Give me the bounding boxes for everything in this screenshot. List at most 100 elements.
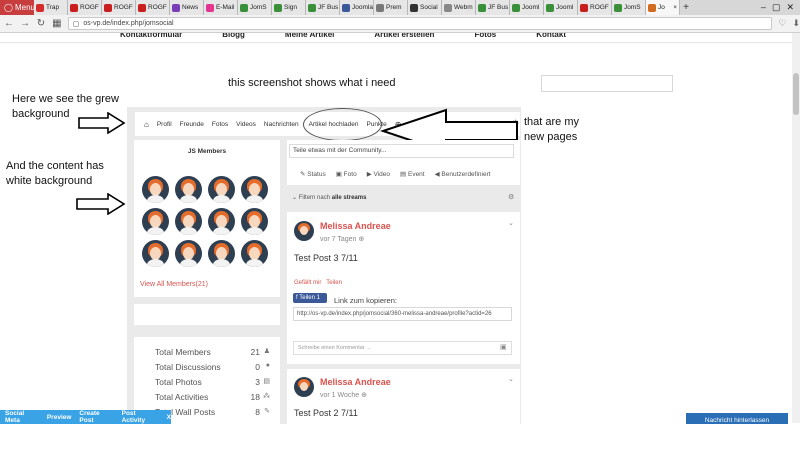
- browser-tabs: Trap ROGF ROGF ROGF News E-Mail JomS Sign JF Bus…: [34, 0, 680, 15]
- post-author-name[interactable]: Melissa Andreae: [320, 221, 391, 231]
- facebook-share-button[interactable]: f Teilen 1: [293, 293, 327, 303]
- globe-icon: ⊕: [361, 392, 367, 399]
- member-avatar[interactable]: [208, 240, 235, 267]
- social-meta-item[interactable]: Preview: [47, 414, 72, 421]
- browser-tab[interactable]: JF Bus: [306, 0, 340, 15]
- browser-tab[interactable]: Social: [408, 0, 442, 15]
- tab-label: Joomla: [352, 4, 373, 11]
- nav-nachrichten[interactable]: Nachrichten: [264, 121, 299, 128]
- post-author-name[interactable]: Melissa Andreae: [320, 377, 391, 387]
- member-avatar[interactable]: [208, 176, 235, 203]
- composer-tab-custom[interactable]: ◀ Benutzerdefiniert: [435, 170, 491, 178]
- page-caption: this screenshot shows what i need: [228, 77, 396, 89]
- forward-icon[interactable]: →: [20, 18, 30, 29]
- tab-label: Webm: [454, 4, 473, 11]
- top-menu-item[interactable]: Artikel erstellen: [374, 33, 434, 41]
- composer-tab-status[interactable]: ✎ Status: [300, 170, 326, 178]
- nav-fotos[interactable]: Fotos: [212, 121, 228, 128]
- url-field[interactable]: ▢ os-vp.de/index.php/jomsocial: [67, 17, 773, 30]
- member-avatar[interactable]: [241, 208, 268, 235]
- browser-tab[interactable]: Jooml: [510, 0, 544, 15]
- composer-tab-event[interactable]: ▤ Event: [400, 170, 425, 178]
- post-timestamp: vor 7 Tagen ⊕: [320, 235, 364, 243]
- reload-icon[interactable]: ↻: [36, 18, 46, 29]
- chevron-down-icon[interactable]: ⌄: [508, 219, 514, 227]
- social-meta-item[interactable]: Create Post: [79, 410, 113, 424]
- minimize-icon[interactable]: –: [761, 2, 766, 13]
- browser-tab[interactable]: JF Bus: [476, 0, 510, 15]
- pencil-icon: ✎: [264, 408, 270, 415]
- home-icon[interactable]: ⌂: [144, 120, 149, 129]
- new-tab-icon[interactable]: +: [680, 2, 692, 13]
- browser-tab[interactable]: Trap: [34, 0, 68, 15]
- member-avatar[interactable]: [175, 176, 202, 203]
- member-avatar[interactable]: [241, 176, 268, 203]
- member-avatar[interactable]: [142, 208, 169, 235]
- stat-value: 0: [255, 362, 260, 372]
- composer-tab-video[interactable]: ▶ Video: [367, 170, 390, 178]
- member-avatar[interactable]: [175, 240, 202, 267]
- top-menu-item[interactable]: Meine Artikel: [285, 33, 335, 41]
- nav-videos[interactable]: Videos: [236, 121, 256, 128]
- post-author-avatar[interactable]: [294, 377, 314, 397]
- nav-freunde[interactable]: Freunde: [180, 121, 204, 128]
- browser-tab[interactable]: JomS: [612, 0, 646, 15]
- nav-profil[interactable]: Profil: [157, 121, 172, 128]
- member-avatar[interactable]: [142, 176, 169, 203]
- annotation-new-pages: that are my new pages: [524, 116, 580, 143]
- browser-tab[interactable]: Jo ×: [646, 0, 680, 15]
- comment-input[interactable]: Schreibe einen Kommentar ...: [293, 341, 512, 355]
- member-avatar[interactable]: [175, 208, 202, 235]
- arrow-right-icon: [76, 193, 126, 215]
- scrollbar-thumb[interactable]: [793, 73, 799, 115]
- page-scrollbar[interactable]: [792, 33, 800, 423]
- maximize-icon[interactable]: ▢: [772, 2, 781, 13]
- like-link[interactable]: Gefällt mir: [294, 280, 321, 286]
- composer-input[interactable]: Teile etwas mit der Community...: [289, 144, 514, 158]
- post-link-input[interactable]: http://os-vp.de/index.php/jomsocial/360-…: [293, 307, 512, 321]
- browser-menu-button[interactable]: ◯ Menu: [0, 0, 35, 15]
- social-meta-item[interactable]: Post Activity: [122, 410, 159, 424]
- opera-icon: ◯: [4, 3, 13, 12]
- close-tab-icon[interactable]: ×: [673, 4, 679, 11]
- filter-value: alle streams: [331, 195, 367, 201]
- browser-tab[interactable]: ROGF: [68, 0, 102, 15]
- member-avatar[interactable]: [208, 208, 235, 235]
- browser-tab[interactable]: ROGF: [578, 0, 612, 15]
- site-search-input[interactable]: [541, 75, 673, 92]
- browser-tab[interactable]: E-Mail: [204, 0, 238, 15]
- social-meta-item[interactable]: Social Meta: [5, 410, 39, 424]
- member-avatar[interactable]: [241, 240, 268, 267]
- view-all-members-link[interactable]: View All Members(21): [140, 281, 208, 288]
- social-meta-item[interactable]: X: [167, 414, 171, 421]
- stream-filter[interactable]: ⌄ Filtern nach alle streams: [292, 194, 366, 201]
- browser-tab[interactable]: ROGF: [102, 0, 136, 15]
- browser-tab[interactable]: JomS: [238, 0, 272, 15]
- share-link[interactable]: Teilen: [326, 280, 342, 286]
- download-icon[interactable]: ⬇: [792, 18, 800, 29]
- tab-favicon-icon: [104, 3, 112, 12]
- gear-icon[interactable]: ⚙: [508, 193, 514, 201]
- top-menu-item[interactable]: Blogg: [222, 33, 245, 41]
- top-menu-item[interactable]: Fotos: [474, 33, 496, 41]
- browser-tab[interactable]: News: [170, 0, 204, 15]
- bookmark-heart-icon[interactable]: ♡: [778, 18, 786, 29]
- browser-tab[interactable]: Webm: [442, 0, 476, 15]
- top-menu-item[interactable]: Kontakt: [536, 33, 566, 41]
- top-menu-item[interactable]: Kontaktformular: [120, 33, 182, 41]
- browser-tab[interactable]: Joomla: [340, 0, 374, 15]
- composer-tab-foto[interactable]: ▣ Foto: [336, 170, 357, 178]
- chevron-down-icon[interactable]: ⌄: [508, 375, 514, 383]
- post-author-avatar[interactable]: [294, 221, 314, 241]
- speed-dial-icon[interactable]: ▦: [52, 18, 62, 29]
- browser-tab[interactable]: Sign: [272, 0, 306, 15]
- camera-icon[interactable]: ▣: [500, 343, 507, 351]
- close-window-icon[interactable]: ✕: [786, 2, 794, 13]
- browser-tab[interactable]: ROGF: [136, 0, 170, 15]
- browser-tab[interactable]: Prem: [374, 0, 408, 15]
- site-top-menu: Kontaktformular Blogg Meine Artikel Artikel…: [120, 33, 580, 41]
- browser-tab[interactable]: Jooml: [544, 0, 578, 15]
- back-icon[interactable]: ←: [4, 18, 14, 29]
- post-text: Test Post 3 7/11: [294, 253, 358, 263]
- member-avatar[interactable]: [142, 240, 169, 267]
